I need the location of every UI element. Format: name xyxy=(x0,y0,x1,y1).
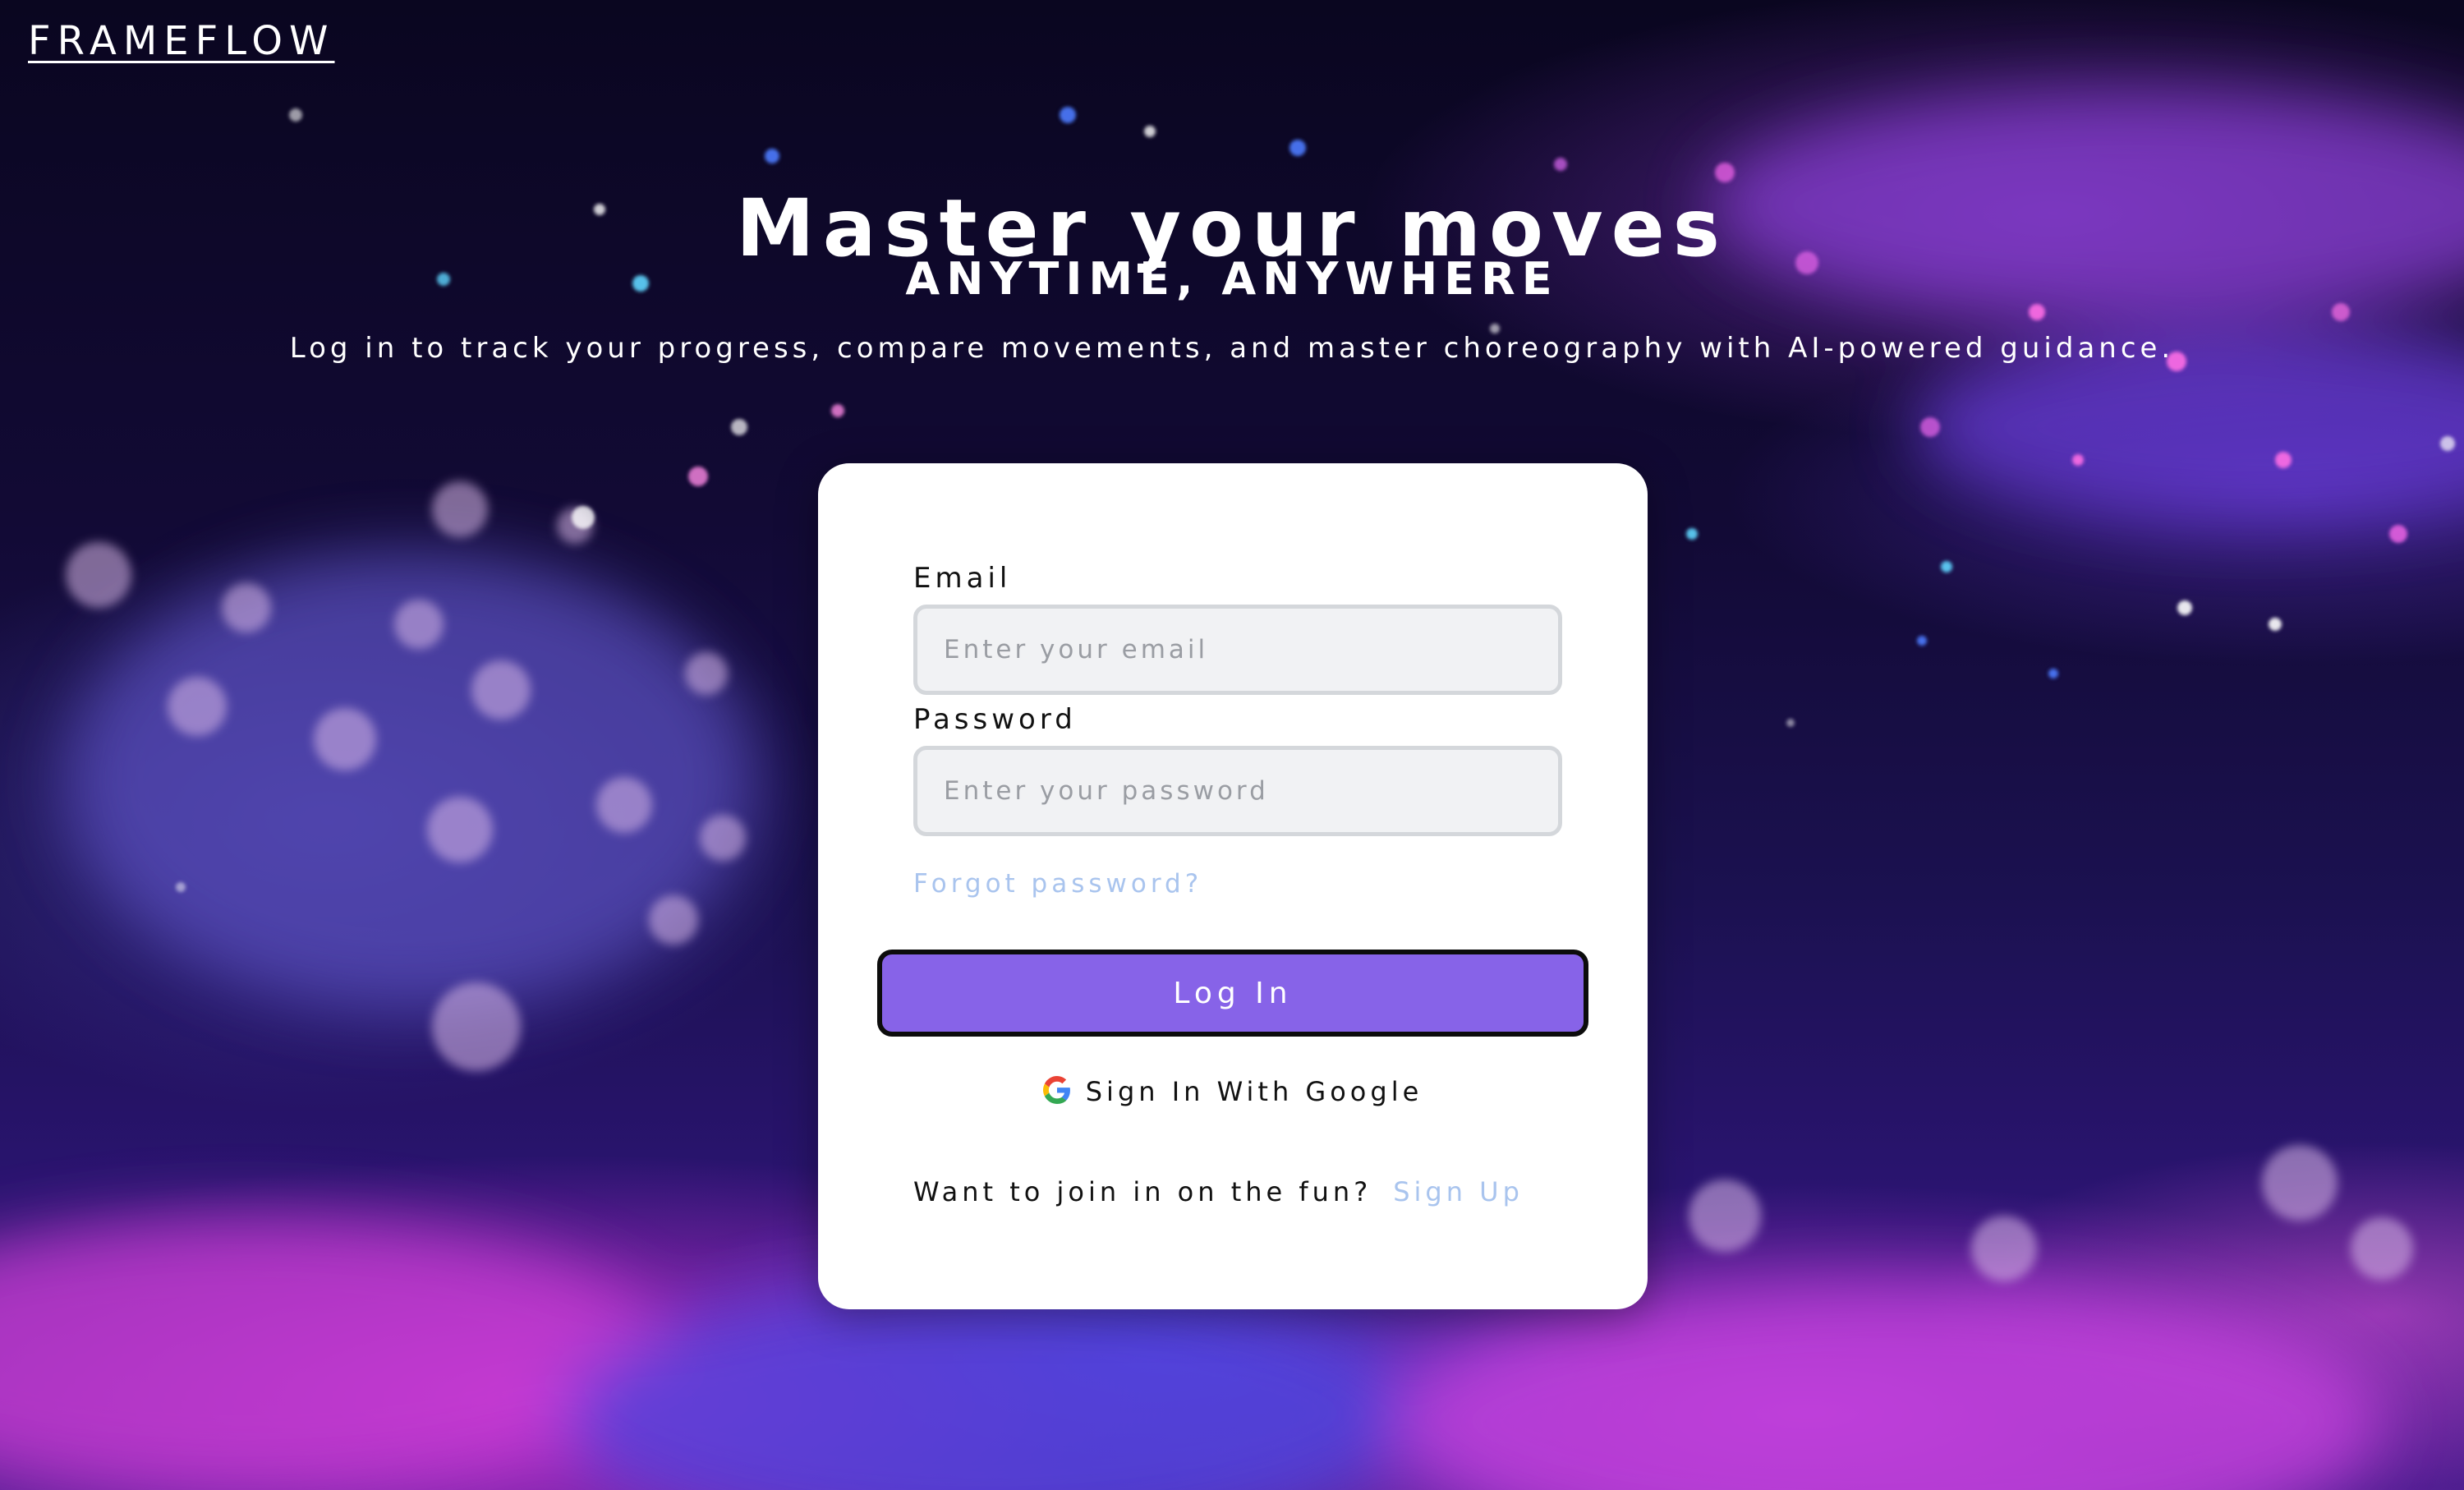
login-card: Email Password Forgot password? Log In S… xyxy=(818,463,1648,1309)
google-sign-in-button[interactable]: Sign In With Google xyxy=(818,1076,1648,1107)
login-page: FRAMEFLOW Master your moves ANYTIME, ANY… xyxy=(0,0,2464,1490)
password-input[interactable] xyxy=(913,746,1562,836)
email-input[interactable] xyxy=(913,605,1562,695)
google-g-icon xyxy=(1042,1076,1071,1107)
signup-prompt: Want to join in on the fun? xyxy=(913,1176,1372,1207)
brand-logo[interactable]: FRAMEFLOW xyxy=(28,18,334,64)
forgot-password-link[interactable]: Forgot password? xyxy=(913,869,1202,899)
hero-subtitle: ANYTIME, ANYWHERE xyxy=(905,253,1559,305)
signup-link[interactable]: Sign Up xyxy=(1393,1176,1524,1207)
hero-description: Log in to track your progress, compare m… xyxy=(289,332,2175,365)
email-label: Email xyxy=(913,562,1012,595)
login-button[interactable]: Log In xyxy=(877,950,1588,1037)
signup-prompt-row: Want to join in on the fun? Sign Up xyxy=(913,1176,1524,1207)
google-sign-in-label: Sign In With Google xyxy=(1085,1076,1423,1107)
password-label: Password xyxy=(913,703,1077,736)
